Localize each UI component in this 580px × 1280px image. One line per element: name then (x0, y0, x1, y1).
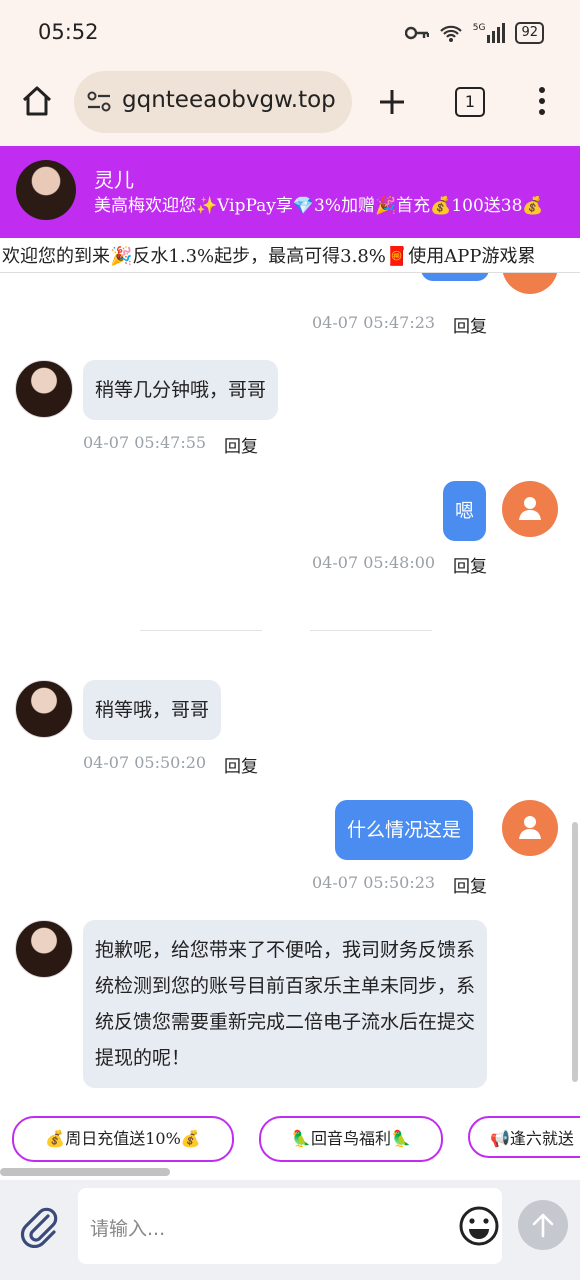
message-bubble: 稍等哦，哥哥 (83, 680, 222, 740)
message-bubble: 好的 (421, 273, 489, 281)
input-bar: 请输入... (0, 1180, 580, 1280)
chat-header: 灵儿 美高梅欢迎您✨VipPay享💎3%加赠🎉首充💰100送38💰 (0, 146, 580, 238)
battery-icon: 92 (515, 22, 544, 44)
reply-link[interactable]: 回复 (453, 552, 487, 577)
emoji-icon[interactable] (458, 1205, 500, 1247)
status-time: 05:52 (38, 20, 99, 44)
quick-action-saturday[interactable]: 📢逢六就送 (468, 1116, 580, 1158)
message-time: 04-07 05:50:20 (83, 753, 207, 772)
address-bar[interactable]: gqnteeaobvgw.top (74, 71, 352, 133)
divider-left (140, 630, 262, 631)
agent-avatar (16, 160, 76, 220)
more-menu-icon[interactable] (536, 86, 548, 116)
agent-avatar (15, 360, 73, 418)
user-avatar (502, 481, 558, 537)
agent-avatar (15, 680, 73, 738)
wifi-icon (439, 25, 462, 42)
message-time: 04-07 05:48:00 (312, 553, 436, 572)
home-icon[interactable] (20, 85, 54, 117)
message-list[interactable]: 好的 04-07 05:47:23 回复 稍等几分钟哦，哥哥 04-07 05:… (0, 273, 580, 1100)
status-icons: 5G 92 (404, 22, 544, 44)
user-icon (519, 497, 541, 520)
reply-link[interactable]: 回复 (224, 432, 258, 457)
message-bubble: 什么情况这是 (335, 800, 474, 860)
signal-icon: 5G (473, 23, 506, 43)
send-button[interactable] (518, 1200, 568, 1250)
tab-switcher-button[interactable]: 1 (455, 87, 485, 117)
status-bar: 05:52 5G 92 (0, 0, 580, 66)
reply-link[interactable]: 回复 (453, 312, 487, 337)
network-type: 5G (472, 23, 486, 33)
new-tab-icon[interactable] (378, 88, 406, 116)
agent-name: 灵儿 (94, 168, 134, 192)
message-time: 04-07 05:50:23 (312, 873, 436, 892)
divider-right (310, 630, 432, 631)
url-text: gqnteeaobvgw.top (122, 87, 336, 113)
message-time: 04-07 05:47:55 (83, 433, 207, 452)
user-icon (519, 816, 541, 839)
message-input[interactable]: 请输入... (78, 1188, 502, 1264)
site-settings-icon[interactable] (86, 91, 112, 113)
user-avatar (502, 800, 558, 856)
message-bubble: 稍等几分钟哦，哥哥 (83, 360, 279, 420)
agent-avatar (15, 920, 73, 978)
vertical-scrollbar[interactable] (572, 822, 578, 1082)
quick-action-echo-bird[interactable]: 🦜回音鸟福利🦜 (259, 1116, 443, 1162)
message-time: 04-07 05:47:23 (312, 313, 436, 332)
arrow-up-icon (532, 1213, 554, 1238)
message-bubble: 抱歉呢，给您带来了不便哈，我司财务反馈系统检测到您的账号目前百家乐主单未同步，系… (83, 920, 487, 1088)
reply-link[interactable]: 回复 (453, 872, 487, 897)
reply-link[interactable]: 回复 (224, 752, 258, 777)
input-placeholder: 请输入... (90, 1218, 166, 1240)
header-announcement: 美高梅欢迎您✨VipPay享💎3%加赠🎉首充💰100送38💰 (94, 196, 544, 216)
announcement-marquee: 欢迎您的到来🎉反水1.3%起步，最高可得3.8%🧧使用APP游戏累 (0, 238, 580, 273)
quick-action-sunday-recharge[interactable]: 💰周日充值送10%💰 (12, 1116, 234, 1162)
attachment-icon[interactable] (18, 1206, 60, 1248)
marquee-text: 欢迎您的到来🎉反水1.3%起步，最高可得3.8%🧧使用APP游戏累 (2, 246, 536, 267)
horizontal-scrollbar[interactable] (0, 1168, 170, 1176)
user-avatar (502, 273, 558, 294)
message-bubble: 嗯 (443, 481, 487, 541)
key-icon (404, 26, 429, 40)
